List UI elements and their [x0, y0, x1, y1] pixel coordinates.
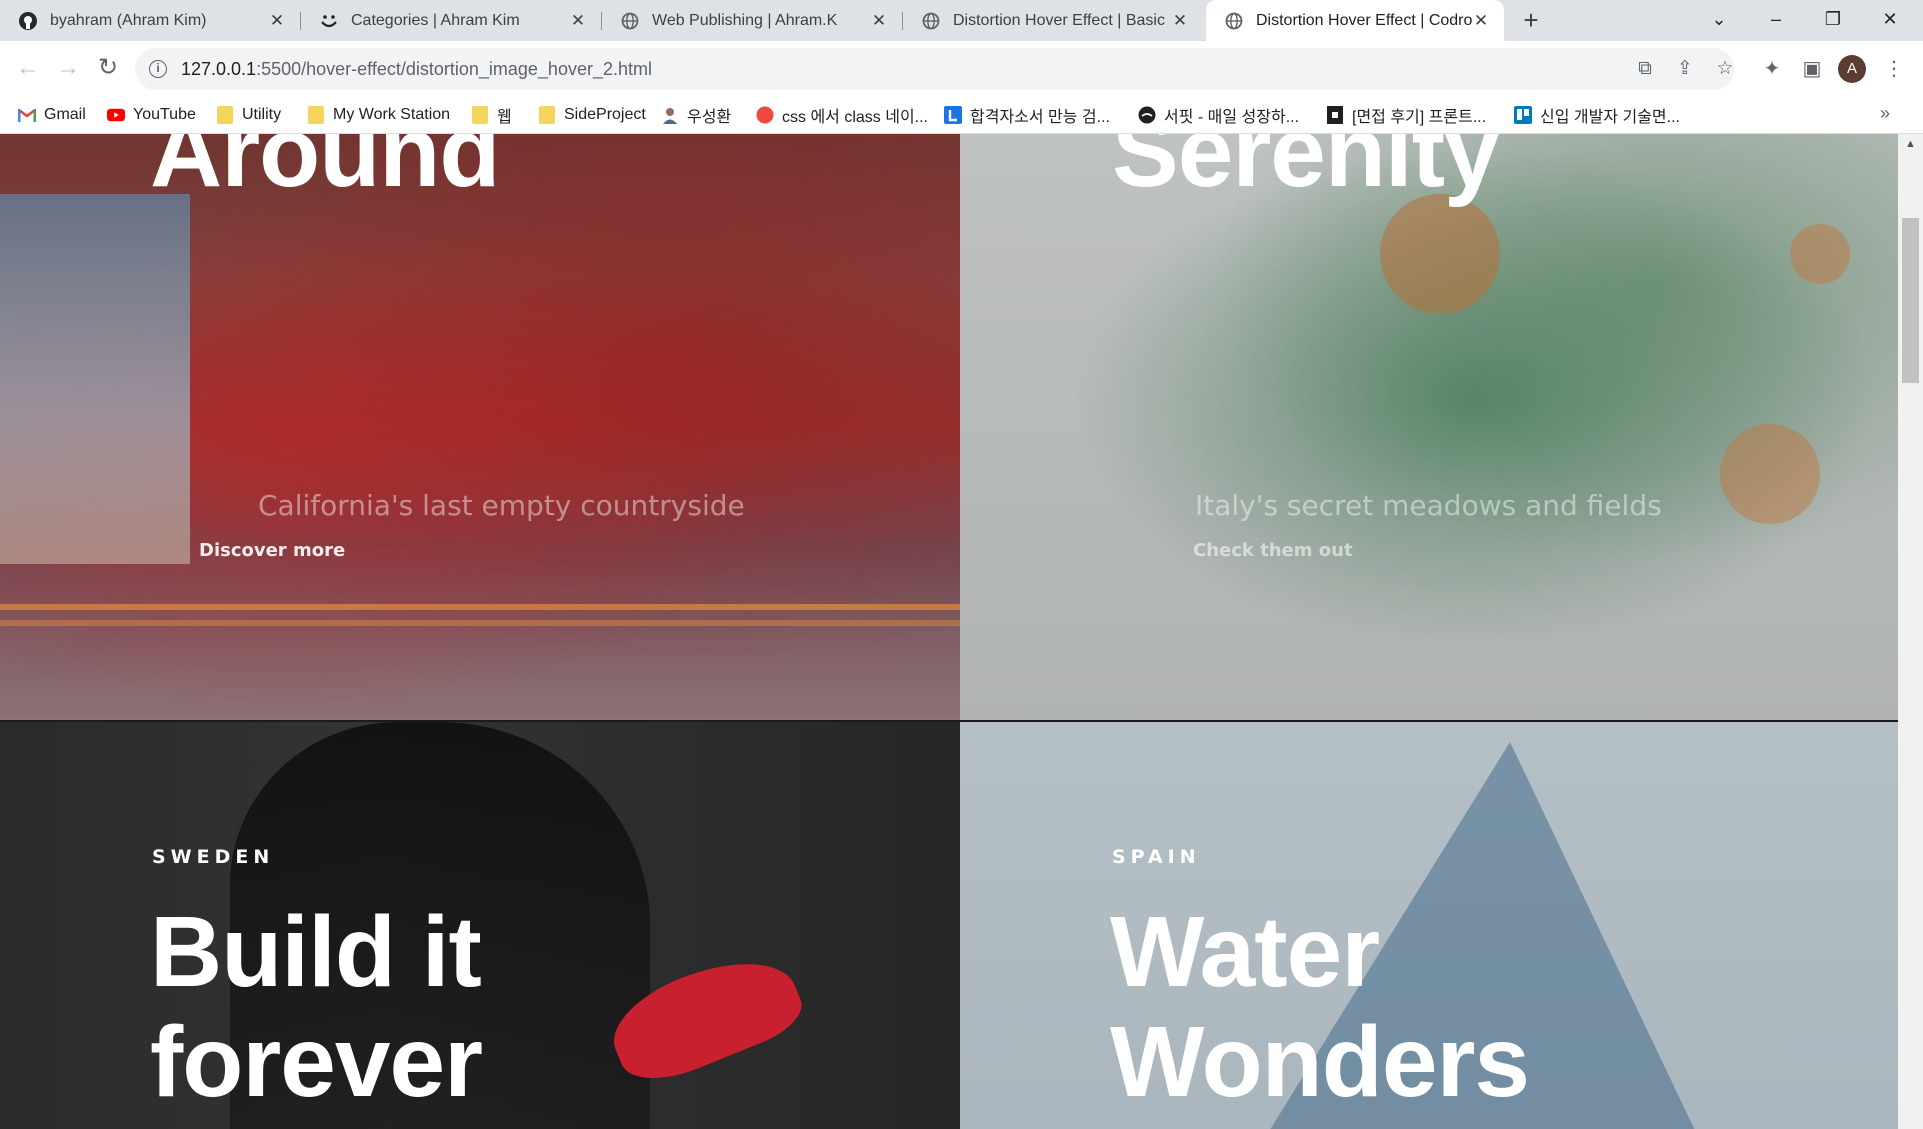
globe-icon — [620, 11, 640, 31]
translate-icon[interactable]: ⧉ — [1632, 56, 1658, 82]
panel-title-line2: Wonders — [1110, 1006, 1530, 1118]
tab-categories[interactable]: Categories | Ahram Kim ✕ — [301, 0, 601, 41]
trello-icon — [1514, 106, 1532, 124]
profile-avatar[interactable]: A — [1838, 55, 1866, 83]
folder-icon — [307, 106, 325, 124]
browser-toolbar: ← → ↻ i 127.0.0.1:5500/hover-effect/dist… — [0, 41, 1923, 97]
panel-italy[interactable]: Serenity Italy's secret meadows and fiel… — [960, 134, 1898, 720]
globe-icon — [921, 11, 941, 31]
gmail-icon — [18, 106, 36, 124]
bookmark-resume-checker[interactable]: 합격자소서 만능 검... — [944, 103, 1110, 127]
panel-subtitle: Italy's secret meadows and fields — [1195, 489, 1662, 522]
red-shoe-graphic — [600, 939, 810, 1095]
bookmarks-bar: Gmail YouTube Utility My Work Station 웹 … — [0, 97, 1923, 134]
new-tab-button[interactable]: + — [1515, 5, 1547, 37]
tab-distortion-basic[interactable]: Distortion Hover Effect | Basic ✕ — [903, 0, 1203, 41]
tab-title: Categories | Ahram Kim — [351, 11, 520, 29]
globe-icon — [1224, 11, 1244, 31]
dark-circle-icon — [1138, 106, 1156, 124]
reload-button[interactable]: ↻ — [90, 51, 126, 87]
minimize-button[interactable]: – — [1750, 0, 1802, 41]
panel-country: SWEDEN — [152, 846, 275, 868]
check-them-out-link[interactable]: Check them out — [1193, 540, 1353, 561]
tab-github[interactable]: byahram (Ahram Kim) ✕ — [0, 0, 300, 41]
address-bar[interactable]: i 127.0.0.1:5500/hover-effect/distortion… — [135, 48, 1734, 90]
l-icon — [944, 106, 962, 124]
more-bookmarks-icon[interactable]: » — [1880, 103, 1890, 124]
bookmark-junior-dev-interview[interactable]: 신입 개발자 기술면... — [1514, 103, 1680, 127]
forward-button[interactable]: → — [50, 51, 86, 87]
folder-icon — [216, 106, 234, 124]
panel-title: Serenity — [1112, 134, 1500, 208]
tab-distortion-codrops[interactable]: Distortion Hover Effect | Codrops ✕ — [1206, 0, 1504, 41]
scroll-thumb[interactable] — [1902, 218, 1919, 383]
bookmark-woosunghwan[interactable]: 우성환 — [661, 103, 731, 127]
panel-title: Around — [150, 134, 500, 208]
discover-more-link[interactable]: Discover more — [199, 540, 345, 561]
panel-spain[interactable]: SPAIN Water Wonders — [960, 722, 1898, 1129]
bookmark-interview-review[interactable]: [면접 후기] 프론트... — [1326, 103, 1486, 127]
black-square-icon — [1326, 106, 1344, 124]
back-button[interactable]: ← — [10, 51, 46, 87]
panel-sweden[interactable]: SWEDEN Build it forever — [0, 722, 960, 1129]
youtube-icon — [107, 106, 125, 124]
extensions-icon[interactable]: ✦ — [1754, 51, 1790, 87]
folder-icon — [538, 106, 556, 124]
tab-title: Distortion Hover Effect | Codrops — [1256, 11, 1472, 29]
close-window-button[interactable]: ✕ — [1864, 0, 1916, 41]
panel-subtitle: California's last empty countryside — [258, 489, 745, 522]
panel-california[interactable]: Around California's last empty countrysi… — [0, 134, 960, 720]
url-text[interactable]: 127.0.0.1:5500/hover-effect/distortion_i… — [181, 59, 652, 80]
close-tab-icon[interactable]: ✕ — [268, 11, 286, 31]
bookmark-folder-sideproject[interactable]: SideProject — [538, 103, 646, 127]
bookmark-gmail[interactable]: Gmail — [18, 103, 86, 127]
tab-title: byahram (Ahram Kim) — [50, 11, 207, 29]
tab-title: Distortion Hover Effect | Basic — [953, 11, 1165, 29]
bookmark-star-icon[interactable]: ☆ — [1712, 56, 1738, 82]
close-tab-icon[interactable]: ✕ — [870, 11, 888, 31]
bookmark-folder-web[interactable]: 웹 — [471, 103, 512, 127]
tab-strip: byahram (Ahram Kim) ✕ Categories | Ahram… — [0, 0, 1923, 41]
bookmark-folder-my-work-station[interactable]: My Work Station — [307, 103, 450, 127]
tab-web-publishing[interactable]: Web Publishing | Ahram.K ✕ — [602, 0, 902, 41]
smiley-icon — [319, 11, 339, 31]
red-circle-icon — [756, 106, 774, 124]
close-tab-icon[interactable]: ✕ — [569, 11, 587, 31]
share-icon[interactable]: ⇪ — [1672, 56, 1698, 82]
avatar-icon — [661, 106, 679, 124]
close-tab-icon[interactable]: ✕ — [1472, 11, 1490, 31]
site-info-icon[interactable]: i — [149, 60, 167, 78]
scroll-up-arrow-icon[interactable]: ▲ — [1898, 138, 1923, 150]
folder-icon — [471, 106, 489, 124]
bookmark-folder-utility[interactable]: Utility — [216, 103, 281, 127]
restore-button[interactable]: ❐ — [1807, 0, 1859, 41]
side-panel-icon[interactable]: ▣ — [1794, 51, 1830, 87]
tab-title: Web Publishing | Ahram.K — [652, 11, 838, 29]
tab-search-chevron-icon[interactable]: ⌄ — [1693, 0, 1745, 41]
close-tab-icon[interactable]: ✕ — [1171, 11, 1189, 31]
panel-title-line2: forever — [150, 1006, 483, 1118]
bookmark-css-class-naming[interactable]: css 에서 class 네이... — [756, 103, 928, 127]
bookmark-surfit[interactable]: 서핏 - 매일 성장하... — [1138, 103, 1299, 127]
panel-title-line1: Water — [1110, 896, 1380, 1008]
page-viewport: Around California's last empty countrysi… — [0, 134, 1898, 1129]
bookmark-youtube[interactable]: YouTube — [107, 103, 196, 127]
menu-kebab-icon[interactable]: ⋮ — [1876, 51, 1912, 87]
github-icon — [18, 11, 38, 31]
page-scrollbar[interactable]: ▲ — [1898, 134, 1923, 1129]
panel-title-line1: Build it — [150, 896, 482, 1008]
panel-country: SPAIN — [1112, 846, 1201, 868]
